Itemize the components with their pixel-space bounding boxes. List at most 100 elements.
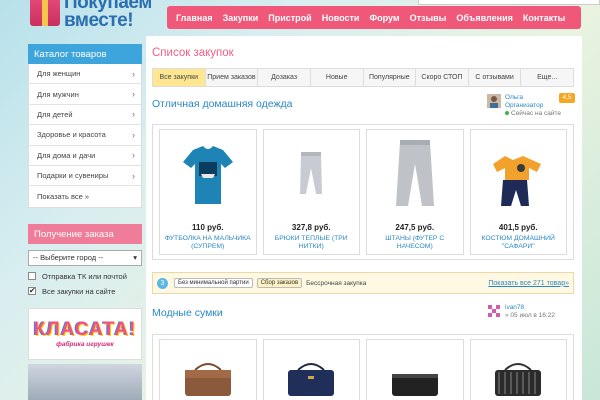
product-card[interactable]: 247,5 руб. ШТАНЫ (ФУТЕР С НАЧЕСОМ)	[366, 129, 464, 255]
nav-forum[interactable]: Форум	[364, 13, 404, 23]
site-logo[interactable]: Покупаем вместе!	[64, 0, 152, 30]
order-title: Получение заказа	[28, 223, 142, 244]
tab-more[interactable]: Еще...	[521, 69, 573, 86]
product-price: 327,8 руб.	[291, 223, 331, 232]
checkbox-all-purchases[interactable]: ✔	[28, 287, 36, 296]
nav-contacts[interactable]: Контакты	[518, 13, 570, 23]
purchase-duration: Бессрочная закупка	[306, 279, 367, 287]
chevron-down-icon: ▾	[133, 253, 137, 263]
product-name[interactable]: БРЮКИ ТЕПЛЫЕ (ТРИ НИТКИ)	[264, 235, 360, 251]
catalog-item-gifts[interactable]: Подарки и сувениры ›	[29, 166, 141, 187]
nav-purchases[interactable]: Закупки	[218, 13, 264, 23]
bag-image	[495, 363, 542, 396]
min-order-pill: Без минимальной партии	[174, 278, 253, 288]
catalog-item-men[interactable]: Для мужчин ›	[29, 84, 141, 105]
product-card[interactable]: 110 руб. ФУТБОЛКА НА МАЛЬЧИКА (СУПРЕМ)	[159, 129, 257, 255]
avatar	[487, 304, 501, 318]
nav-reviews[interactable]: Отзывы	[405, 13, 452, 23]
organizer-status: Сейчас на сайте	[511, 110, 562, 117]
organizer-role: Организатор	[505, 102, 544, 109]
catalog-item-home[interactable]: Для дома и дачи ›	[29, 146, 141, 166]
section-title-clothes[interactable]: Отличная домашняя одежда	[152, 98, 292, 110]
organizer-date: » 05 июл в 16:22	[505, 312, 555, 319]
product-price: 401,5 руб.	[498, 223, 538, 232]
logo-gift-icon	[30, 0, 60, 26]
option-all-purchases-label: Все закупки на сайте	[42, 286, 116, 296]
bag-image	[391, 374, 438, 396]
pants-image	[395, 140, 434, 206]
catalog-item-label: Для мужчин	[37, 89, 79, 99]
tab-accepting[interactable]: Прием заказов	[206, 69, 259, 86]
purchase-info-bar: 3 Без минимальной партии Сбор заказов Бе…	[152, 272, 574, 294]
tab-new[interactable]: Новые	[311, 69, 364, 86]
tab-reorder[interactable]: Дозаказ	[258, 69, 311, 86]
avatar	[487, 94, 501, 108]
promo-photo[interactable]	[28, 363, 142, 400]
product-card[interactable]: 327,8 руб. БРЮКИ ТЕПЛЫЕ (ТРИ НИТКИ)	[262, 129, 360, 255]
catalog-item-label: Здоровье и красота	[37, 130, 106, 140]
chevron-right-icon: ›	[132, 109, 135, 120]
online-status-icon	[505, 111, 509, 115]
organizer-name[interactable]: Ольга	[505, 94, 561, 102]
product-name[interactable]: КОСТЮМ ДОМАШНИЙ "САФАРИ"	[471, 235, 567, 251]
bag-image	[288, 363, 335, 396]
collecting-orders-pill: Сбор заказов	[256, 278, 303, 288]
catalog-show-all[interactable]: Показать все »	[29, 186, 141, 206]
product-name[interactable]: ФУТБОЛКА НА МАЛЬЧИКА (СУПРЕМ)	[160, 235, 256, 251]
section-title-bags[interactable]: Модные сумки	[152, 307, 223, 319]
chevron-right-icon: ›	[132, 170, 135, 181]
catalog-item-kids[interactable]: Для детей ›	[29, 105, 141, 126]
organizer-name[interactable]: ivan78	[505, 304, 555, 312]
organizer-info[interactable]: Ольга Организатор Сейчас на сайте	[487, 94, 561, 118]
product-card[interactable]	[159, 339, 257, 400]
banner-tagline: фабрика игрушек	[56, 341, 114, 349]
catalog-item-label: Показать все »	[37, 192, 90, 202]
search-input[interactable]	[418, 0, 600, 5]
nav-main[interactable]: Главная	[171, 13, 218, 23]
catalog-item-label: Для дома и дачи	[37, 150, 96, 160]
organizer-info[interactable]: ivan78 » 05 июл в 16:22	[487, 304, 555, 320]
tab-stop-soon[interactable]: Скоро СТОП	[416, 69, 469, 86]
option-all-purchases[interactable]: ✔ Все закупки на сайте	[28, 287, 142, 296]
sidebar: Каталог товаров Для женщин › Для мужчин › …	[28, 44, 142, 400]
product-price: 110 руб.	[191, 223, 224, 232]
chevron-right-icon: ›	[132, 129, 135, 140]
show-all-link[interactable]: Показать все 271 товар»	[488, 280, 569, 287]
costume-image	[493, 156, 542, 206]
product-price: 247,5 руб.	[395, 223, 435, 232]
chevron-right-icon: ›	[132, 89, 135, 100]
bag-image	[184, 363, 231, 396]
logo-line2: вместе!	[64, 10, 134, 31]
catalog-item-women[interactable]: Для женщин ›	[29, 64, 141, 85]
product-card[interactable]	[262, 339, 360, 400]
main-content: Список закупок Все закупки Прием заказов…	[146, 36, 582, 400]
product-name[interactable]: ШТАНЫ (ФУТЕР С НАЧЕСОМ)	[367, 235, 463, 251]
tab-all[interactable]: Все закупки	[153, 69, 206, 86]
city-select-value: -- Выберите город --	[33, 253, 104, 263]
option-shipping[interactable]: Отправка ТК или почтой	[28, 272, 142, 281]
product-card[interactable]: 401,5 руб. КОСТЮМ ДОМАШНИЙ "САФАРИ"	[469, 129, 567, 255]
nav-pristroy[interactable]: Пристрой	[263, 13, 316, 23]
checkbox-shipping[interactable]	[28, 272, 36, 281]
purchase-tabs: Все закупки Прием заказов Дозаказ Новые …	[152, 68, 574, 87]
top-navigation: Главная Закупки Пристрой Новости Форум О…	[167, 6, 581, 29]
page-title: Список закупок	[152, 47, 234, 59]
header: Покупаем вместе! Главная Закупки Пристро…	[0, 0, 600, 36]
nav-ads[interactable]: Объявления	[451, 13, 518, 23]
klasata-banner[interactable]: КЛАСАТА! фабрика игрушек	[28, 307, 142, 360]
city-select[interactable]: -- Выберите город -- ▾	[28, 249, 142, 266]
order-panel: Получение заказа -- Выберите город -- ▾ …	[28, 223, 142, 296]
tab-popular[interactable]: Популярные	[364, 69, 417, 86]
purchase-count-badge: 3	[157, 277, 168, 289]
rating-badge: 4,5	[559, 93, 575, 103]
tab-with-reviews[interactable]: С отзывами	[469, 69, 522, 86]
product-card[interactable]	[469, 339, 567, 400]
nav-news[interactable]: Новости	[317, 13, 365, 23]
chevron-right-icon: ›	[132, 68, 135, 79]
option-shipping-label: Отправка ТК или почтой	[42, 271, 127, 281]
chevron-right-icon: ›	[132, 150, 135, 161]
catalog-item-health[interactable]: Здоровье и красота ›	[29, 125, 141, 146]
product-card[interactable]	[366, 339, 464, 400]
catalog-item-label: Подарки и сувениры	[37, 171, 109, 181]
catalog-item-label: Для детей	[37, 109, 73, 119]
